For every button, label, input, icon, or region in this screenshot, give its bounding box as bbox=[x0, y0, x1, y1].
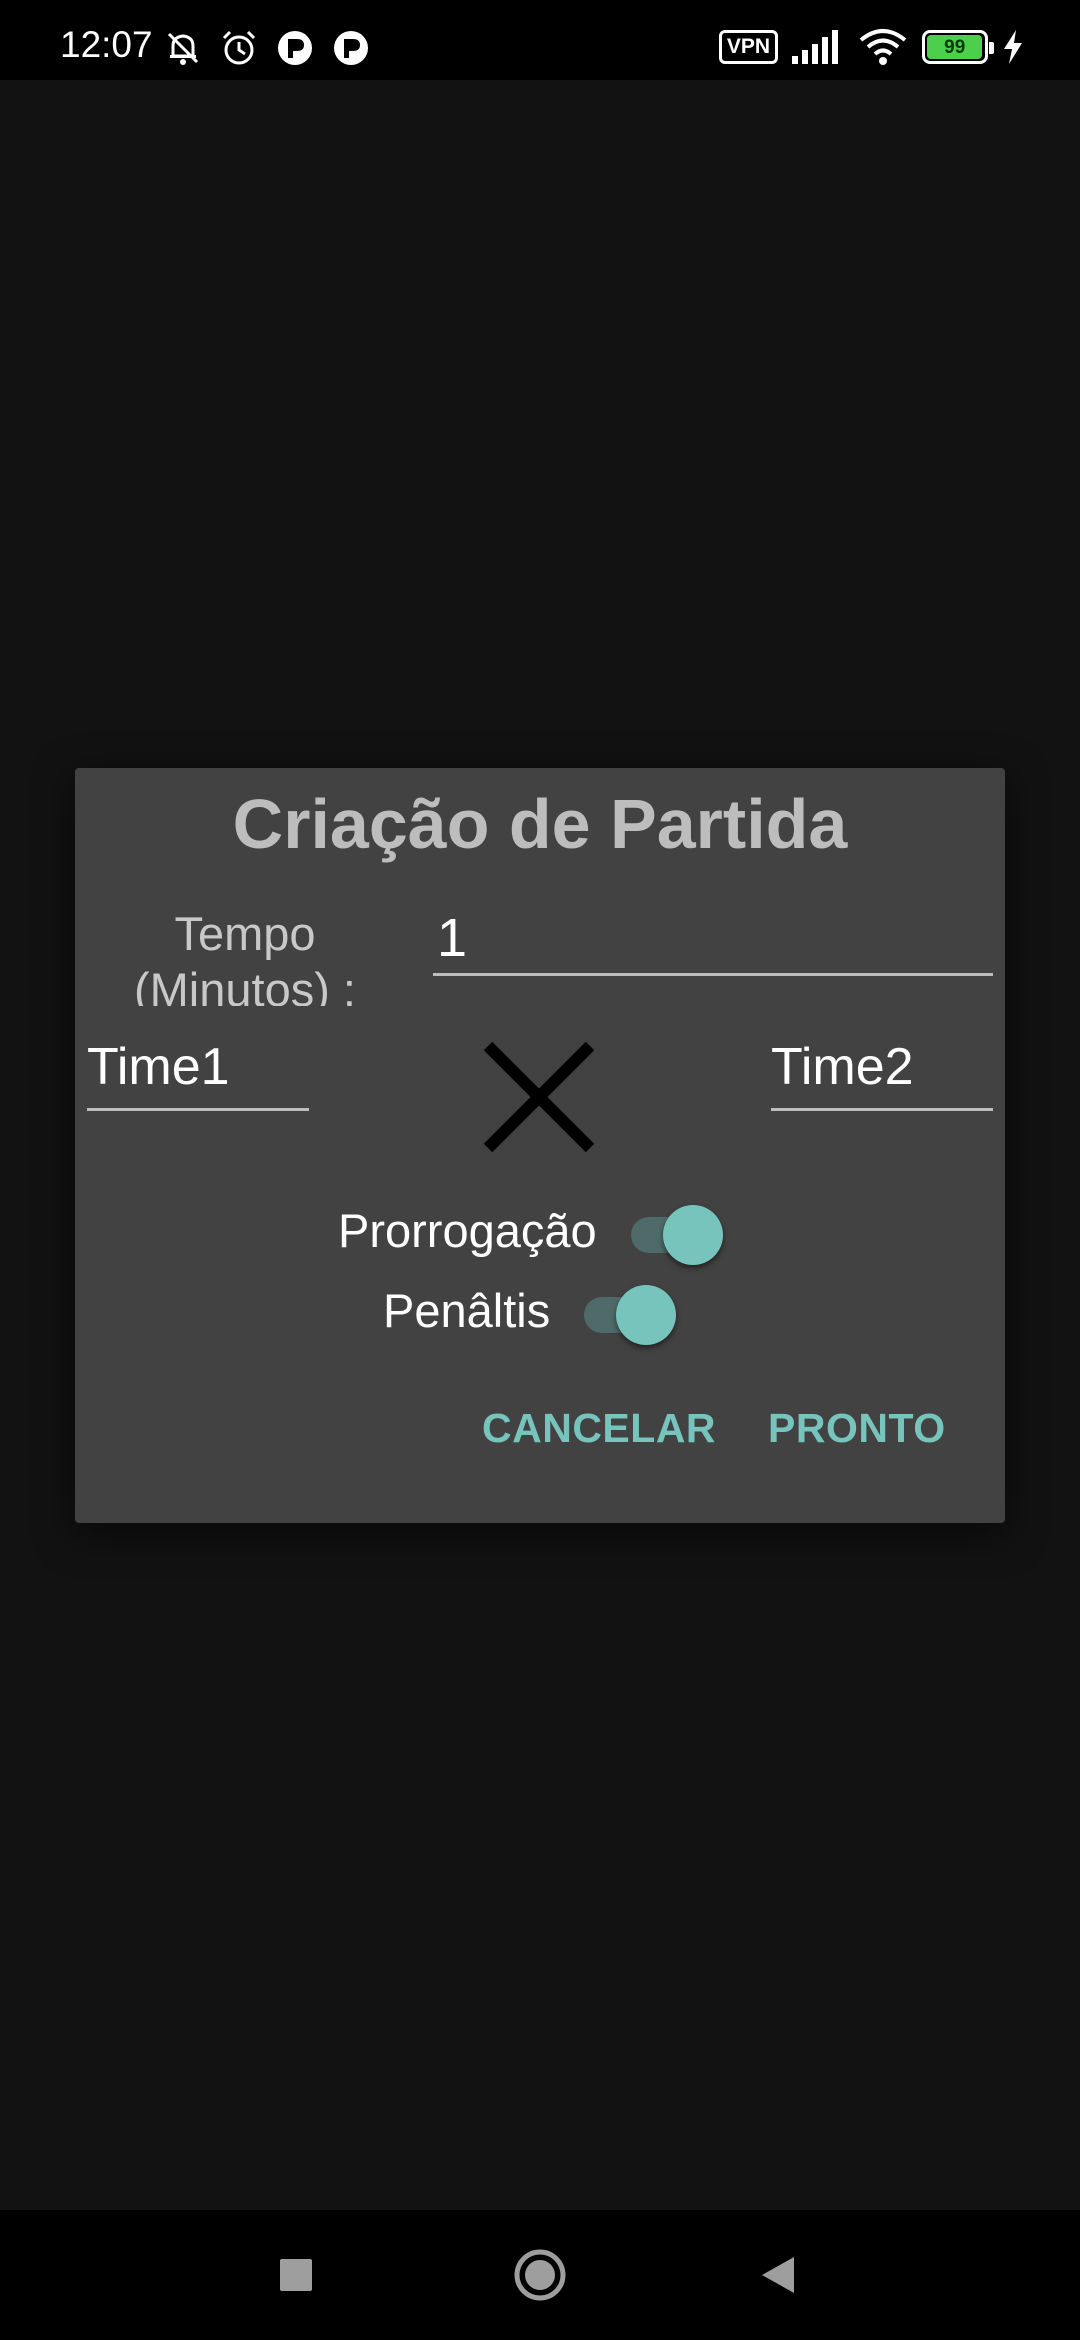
vpn-icon: VPN bbox=[718, 30, 778, 64]
back-button[interactable] bbox=[728, 2210, 828, 2340]
tempo-label: Tempo (Minutos) : bbox=[134, 907, 356, 1006]
recents-button[interactable] bbox=[246, 2210, 346, 2340]
status-system-icons: VPN 99 bbox=[718, 28, 1024, 66]
ok-button[interactable]: PRONTO bbox=[768, 1408, 946, 1449]
create-match-dialog: Criação de Partida Tempo (Minutos) : 1 T… bbox=[75, 768, 1005, 1523]
navigation-bar bbox=[0, 2210, 1080, 2340]
team1-input[interactable]: Time1 bbox=[87, 1035, 309, 1111]
prorrogacao-switch[interactable] bbox=[627, 1200, 727, 1265]
battery-level: 99 bbox=[927, 35, 983, 59]
signal-icon bbox=[792, 30, 838, 64]
prorrogacao-row: Prorrogação bbox=[338, 1200, 727, 1265]
close-x-icon bbox=[483, 1041, 595, 1153]
penaltis-label: Penâltis bbox=[383, 1283, 551, 1337]
bell-off-icon bbox=[167, 32, 199, 65]
status-bar: 12:07 VPN 99 bbox=[0, 0, 1080, 80]
wifi-icon bbox=[859, 29, 907, 65]
dialog-title: Criação de Partida bbox=[232, 785, 848, 863]
back-triangle-icon bbox=[762, 2257, 794, 2293]
cancel-button[interactable]: CANCELAR bbox=[482, 1408, 716, 1449]
battery-icon: 99 bbox=[922, 30, 994, 64]
team2-input[interactable]: Time2 bbox=[771, 1035, 993, 1111]
penaltis-switch[interactable] bbox=[580, 1280, 680, 1345]
status-time: 12:07 bbox=[60, 24, 153, 65]
app-notification-icon bbox=[334, 31, 368, 65]
alarm-icon bbox=[222, 30, 256, 65]
prorrogacao-label: Prorrogação bbox=[338, 1203, 597, 1257]
home-button[interactable] bbox=[490, 2210, 590, 2340]
recents-square-icon bbox=[280, 2259, 312, 2291]
status-notification-icons bbox=[163, 28, 371, 68]
tempo-minutes-input[interactable]: 1 bbox=[433, 900, 993, 976]
app-notification-icon bbox=[278, 31, 312, 65]
home-circle-icon bbox=[514, 2249, 566, 2301]
charging-icon bbox=[1004, 30, 1022, 64]
penaltis-row: Penâltis bbox=[383, 1280, 680, 1345]
